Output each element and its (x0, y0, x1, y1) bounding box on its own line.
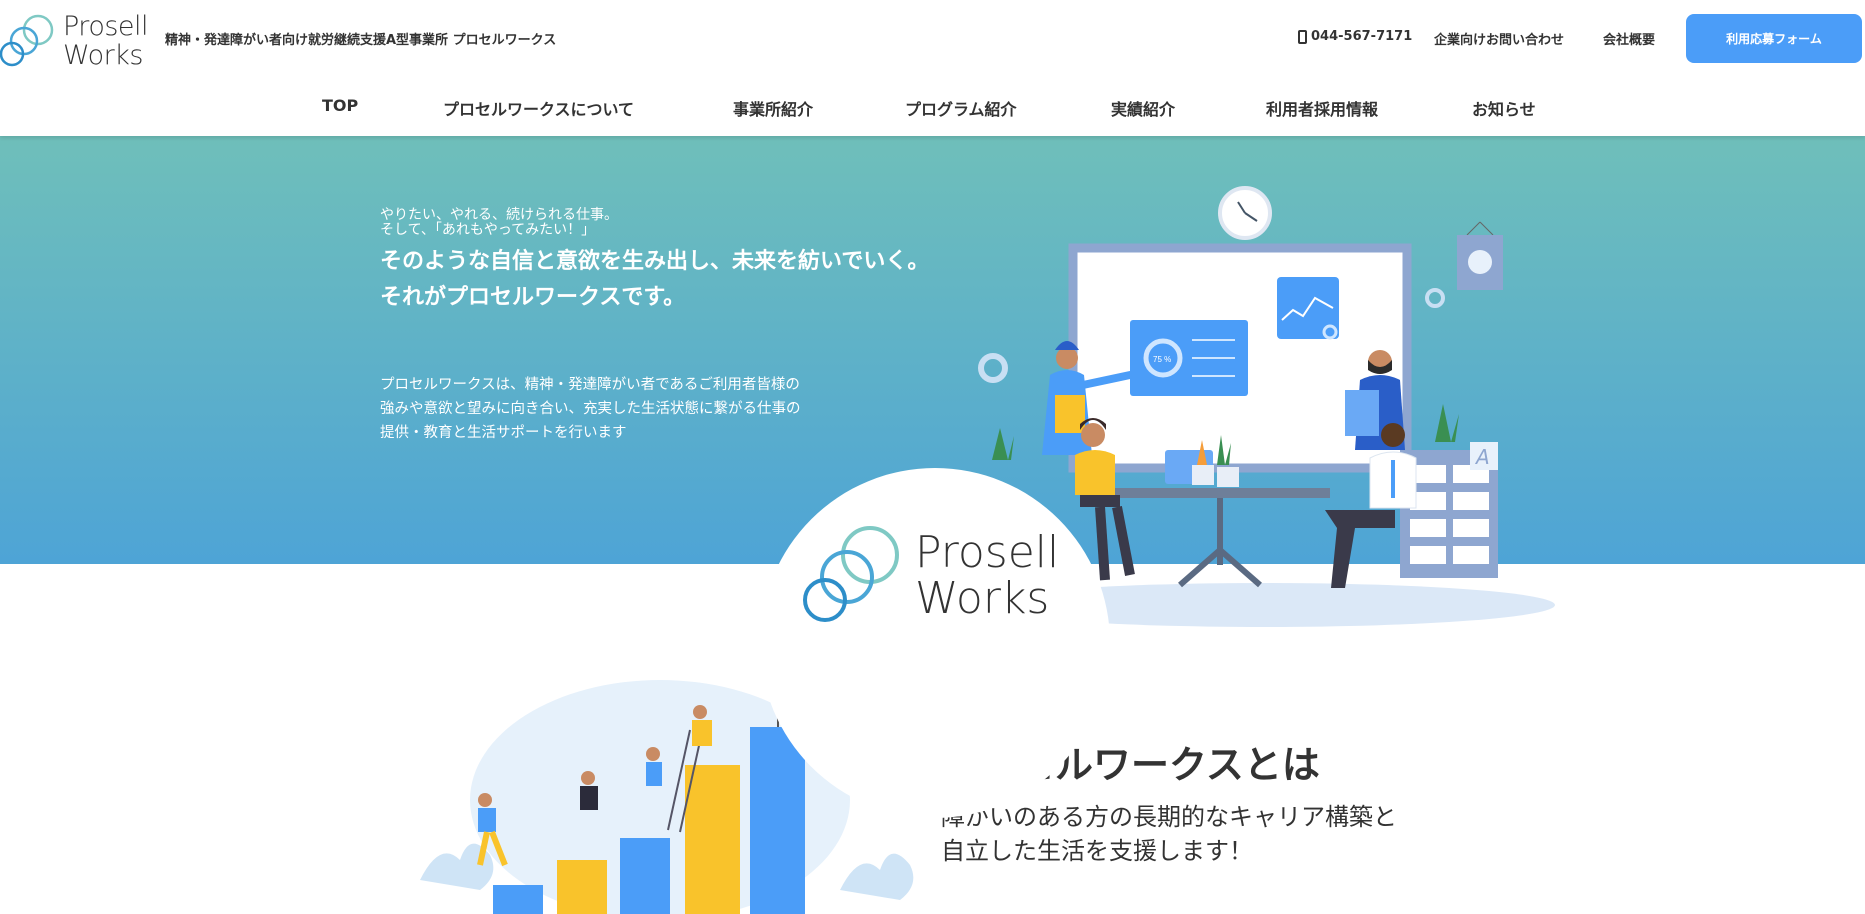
hero-small-copy: やりたい、やれる、続けられる仕事。 そして、「あれもやってみたい！」 (380, 208, 618, 238)
hero-headline-line1: そのような自信と意欲を生み出し、未来を紡いでいく。 (380, 249, 930, 274)
global-nav: TOP プロセルワークスについて 事業所紹介 プログラム紹介 実績紹介 利用者採… (0, 96, 1865, 124)
logo-line2: Works (63, 40, 143, 71)
clock-icon (1218, 186, 1272, 240)
nav-item-news[interactable]: お知らせ (1472, 96, 1536, 120)
hero-small-line1: やりたい、やれる、続けられる仕事。 (380, 207, 618, 223)
phone-link[interactable]: 044-567-7171 (1298, 29, 1412, 44)
site-logo[interactable]: Prosell Works (0, 10, 149, 71)
nav-item-results[interactable]: 実績紹介 (1111, 96, 1175, 120)
hero-headline: そのような自信と意欲を生み出し、未来を紡いでいく。 それがプロセルワークスです。 (380, 244, 929, 316)
phone-icon (1298, 29, 1307, 44)
nav-item-recruit[interactable]: 利用者採用情報 (1266, 96, 1378, 120)
apply-form-button[interactable]: 利用応募フォーム (1686, 14, 1862, 63)
big-logo-line1: Prosell (915, 527, 1060, 578)
nav-item-top[interactable]: TOP (322, 96, 358, 115)
hero-description: プロセルワークスは、精神・発達障がい者であるご利用者皆様の 強みや意欲と望みに向… (380, 373, 801, 445)
hero-desc-line3: 提供・教育と生活サポートを行います (380, 425, 627, 441)
logo-rings-icon (0, 14, 54, 67)
about-sub-line1: 障がいのある方の長期的なキャリア構築と (941, 803, 1397, 831)
hero-big-logo: Prosell Works (795, 520, 1095, 635)
site-tagline: 精神・発達障がい者向け就労継続支援A型事業所 プロセルワークス (165, 33, 557, 48)
hero-headline-line2: それがプロセルワークスです。 (380, 285, 686, 310)
nav-item-about[interactable]: プロセルワークスについて (443, 96, 634, 120)
nav-item-offices[interactable]: 事業所紹介 (733, 96, 813, 120)
hero-desc-line2: 強みや意欲と望みに向き合い、充実した生活状態に繋がる仕事の (380, 401, 801, 417)
chart-percent-label: 75 % (1153, 355, 1171, 364)
about-subtitle: 障がいのある方の長期的なキャリア構築と 自立した生活を支援します！ (941, 800, 1397, 868)
about-sub-line2: 自立した生活を支援します！ (941, 837, 1253, 865)
big-logo-rings-icon (803, 526, 899, 622)
corporate-contact-link[interactable]: 企業向けお問い合わせ (1434, 29, 1564, 48)
nav-item-programs[interactable]: プログラム紹介 (905, 96, 1017, 120)
company-overview-link[interactable]: 会社概要 (1603, 29, 1655, 48)
hero-small-line2: そして、「あれもやってみたい！」 (380, 222, 596, 238)
site-header: Prosell Works 精神・発達障がい者向け就労継続支援A型事業所 プロセ… (0, 0, 1865, 136)
logo-line1: Prosell (63, 11, 149, 42)
svg-text:A: A (1474, 445, 1490, 469)
phone-number: 044-567-7171 (1311, 29, 1413, 44)
big-logo-line2: Works (915, 573, 1050, 624)
hero-desc-line1: プロセルワークスは、精神・発達障がい者であるご利用者皆様の (380, 377, 800, 393)
